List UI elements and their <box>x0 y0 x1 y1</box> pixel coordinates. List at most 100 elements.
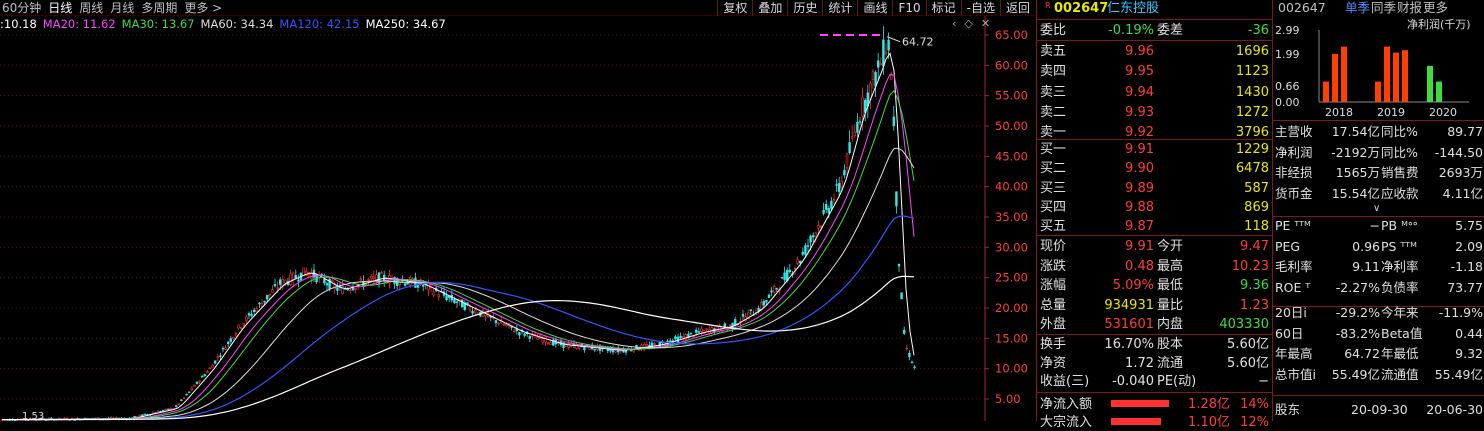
tool-tab-0[interactable]: 复权 <box>717 0 752 16</box>
period-tab-2[interactable]: 周线 <box>77 0 108 16</box>
fund-tab-1[interactable]: 同季 <box>1371 0 1396 17</box>
quote-row: 卖五 9.96 1696 <box>1037 43 1272 60</box>
fund-row: ROE ᵀ -2.27% 负债率 73.77 <box>1273 278 1484 297</box>
profit-bar <box>1402 50 1408 102</box>
quote-row: 买三 9.89 587 <box>1037 180 1272 197</box>
fund-value: 73.77 <box>1447 279 1483 295</box>
block-inflow-label: 大宗流入 <box>1040 415 1093 430</box>
y-tick-label: 65.00 <box>995 28 1028 42</box>
ask-volume: 1272 <box>1235 104 1269 120</box>
y-tick-label: 10.00 <box>995 362 1028 376</box>
fund-label: 年最低 <box>1381 346 1419 361</box>
ask-label: 卖四 <box>1040 64 1067 80</box>
fund-row: 20日i -29.2% 今年来 -11.9% <box>1273 303 1484 322</box>
tool-tab-7[interactable]: -自选 <box>960 0 1000 16</box>
ma30-line <box>2 90 915 421</box>
kline-chart[interactable]: 65.00 60.00 55.00 50.00 45.00 40.00 35.00 30.00… <box>0 16 1035 421</box>
tool-tab-1[interactable]: 叠加 <box>752 0 787 16</box>
bid-volume: 869 <box>1244 199 1269 215</box>
ma250-line <box>2 275 915 421</box>
fund-value: -2.27% <box>1335 279 1380 295</box>
fund-label: 20日i <box>1275 305 1307 320</box>
period-tab-0[interactable]: 60分钟 <box>0 0 46 16</box>
quote-row: 现价 9.91 今开 9.47 <box>1037 238 1272 255</box>
fund-label: 销售费 <box>1381 165 1419 180</box>
tool-tabs: 复权 叠加 历史 统计 画线 F10 标记 -自选 返回 <box>717 0 1035 16</box>
ma-label-4: MA120: 42.15 <box>279 17 360 31</box>
fund-tab-2[interactable]: 财报 <box>1397 0 1422 17</box>
holder-label: 股东 <box>1275 402 1301 417</box>
stat-value: − <box>1258 374 1269 389</box>
fund-label: PEG <box>1275 238 1301 254</box>
tool-tab-6[interactable]: 标记 <box>925 0 961 16</box>
net-profit-chart: 净利润(千万) 2.99 1.99 0.66 0.00 2018 2019 2020 <box>1275 17 1471 119</box>
quote-badge: R <box>1045 1 1051 10</box>
fund-value: -29.2% <box>1335 305 1380 320</box>
fund-value: 1565万 <box>1335 165 1380 180</box>
period-tab-3[interactable]: 月线 <box>108 0 139 16</box>
weibi-value: -0.19% <box>1108 23 1154 38</box>
ma20-line <box>2 73 915 421</box>
expand-icon[interactable]: ∨ <box>1373 203 1380 214</box>
fund-tab-0[interactable]: 单季 <box>1345 0 1370 17</box>
fund-row: PEG 0.96 PS ᵀᵀᴹ 2.09 <box>1273 237 1484 256</box>
bid-label: 买四 <box>1040 199 1067 215</box>
fund-row: 总市值i 55.49亿 流通值 55.49亿 <box>1273 365 1484 384</box>
stat-label: 收益(三) <box>1040 374 1090 389</box>
stat-value: 0.48 <box>1125 258 1154 274</box>
y-tick-label: 35.00 <box>995 210 1028 224</box>
period-tab-4[interactable]: 多周期 <box>139 0 182 16</box>
ma-label-1: MA20: 11.62 <box>42 17 116 31</box>
fund-value: 2693万 <box>1438 165 1483 180</box>
stat-value: 934931 <box>1104 297 1154 313</box>
fund-ytick: 1.99 <box>1275 48 1300 61</box>
divider <box>1037 139 1272 140</box>
fund-label: ROE ᵀ <box>1275 279 1311 295</box>
fund-row: 60日 -83.2% Beta值 0.44 <box>1273 324 1484 343</box>
divider <box>1037 40 1272 41</box>
fund-label: 60日 <box>1275 325 1304 341</box>
period-tab-5[interactable]: 更多 > <box>182 0 227 16</box>
ask-label: 卖五 <box>1040 44 1067 59</box>
ask-volume: 1123 <box>1235 64 1269 80</box>
chart-controls: ‹ ◇ ✕ <box>952 17 990 30</box>
divider <box>1037 334 1272 335</box>
stat-label: 现价 <box>1040 239 1067 254</box>
bid-label: 买五 <box>1040 219 1067 235</box>
ma-label-5: MA250: 34.67 <box>365 17 446 31</box>
bid-price: 9.91 <box>1125 142 1154 157</box>
diamond-icon[interactable]: ◇ <box>964 17 972 30</box>
profit-bar <box>1341 46 1347 102</box>
fund-label: 货币金 <box>1275 185 1313 201</box>
fund-value: 0.96 <box>1352 238 1380 254</box>
period-tab-1[interactable]: 日线 <box>46 0 77 16</box>
fund-tab-3[interactable]: 更多 <box>1423 0 1448 17</box>
close-icon[interactable]: ✕ <box>981 17 990 30</box>
weibi-label: 委比 <box>1040 23 1067 38</box>
fund-ytick: 2.99 <box>1275 24 1300 37</box>
collapse-icon[interactable]: ‹ <box>952 17 956 30</box>
tool-tab-3[interactable]: 统计 <box>822 0 857 16</box>
stat-label: 涨幅 <box>1040 278 1067 293</box>
fund-ytick: 0.66 <box>1275 80 1300 93</box>
fundamentals-panel: 002647 单季 同季 财报 更多 净利润(千万) 2.99 1.99 0.66 0.00 201… <box>1272 0 1484 421</box>
fund-value: 55.49亿 <box>1434 366 1483 382</box>
tool-tab-8[interactable]: 返回 <box>999 0 1035 16</box>
stat-label: 换手 <box>1040 337 1067 352</box>
fund-xtick: 2020 <box>1429 106 1457 119</box>
weicha-label: 委差 <box>1157 23 1184 38</box>
fund-ytick: 0.00 <box>1275 96 1300 109</box>
tool-tab-5[interactable]: F10 <box>892 0 925 16</box>
stat-label: 股本 <box>1157 337 1184 352</box>
holder-date-2: 20-06-30 <box>1426 402 1483 417</box>
low-label: 1.53 <box>22 411 44 421</box>
divider <box>1273 395 1484 396</box>
fund-label: 净利润 <box>1275 144 1313 160</box>
chart-toolbar: 60分钟 日线 周线 月线 多周期 更多 > 复权 叠加 历史 统计 画线 F10 标记 -自选 返回 <box>0 0 1035 16</box>
tool-tab-4[interactable]: 画线 <box>857 0 892 16</box>
profit-bar <box>1332 53 1338 102</box>
tool-tab-2[interactable]: 历史 <box>787 0 822 16</box>
fund-label: 应收款 <box>1381 185 1419 201</box>
stat-label: 净资 <box>1040 355 1067 371</box>
quote-row: 卖四 9.95 1123 <box>1037 63 1272 80</box>
